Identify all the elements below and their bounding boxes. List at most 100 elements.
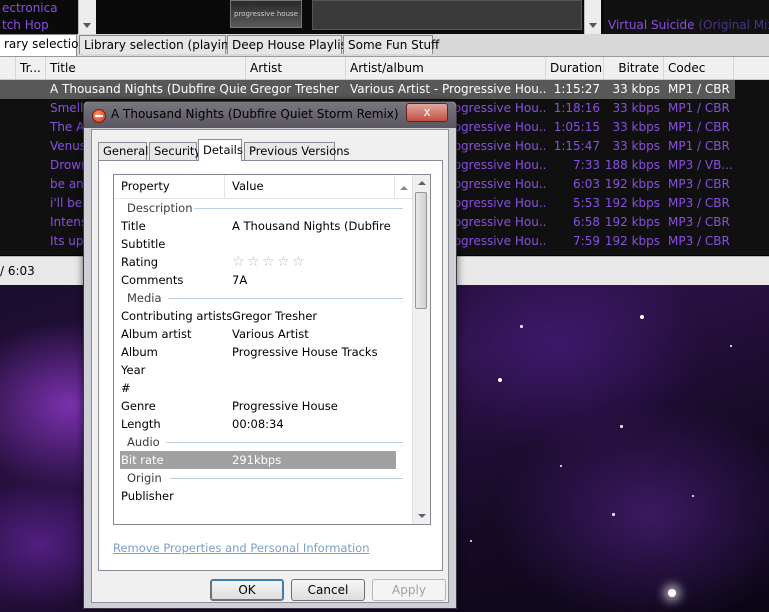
tab-library-selection-playing[interactable]: Library selection (playing)	[79, 35, 241, 54]
genre-item[interactable]: ectronica	[0, 0, 78, 17]
cell-codec: MP3 / CBR	[668, 196, 730, 210]
cell-duration: 6:03	[573, 177, 600, 191]
group-divider	[168, 298, 403, 299]
group-divider	[166, 442, 403, 443]
remove-properties-link[interactable]: Remove Properties and Personal Informati…	[113, 541, 370, 555]
album-art-text: progressive house	[234, 10, 298, 18]
album-art: progressive house	[230, 0, 302, 28]
now-playing-scrollbar[interactable]	[584, 0, 601, 34]
cell-bitrate: 33 kbps	[612, 101, 660, 115]
property-row-contributing-artists[interactable]: Contributing artists Gregor Tresher	[114, 307, 413, 325]
property-value[interactable]: Progressive House	[232, 397, 392, 415]
tab-deep-house-playlist[interactable]: Deep House Playlist	[227, 35, 352, 54]
star-icon[interactable]: ☆	[247, 255, 262, 269]
cancel-button[interactable]: Cancel	[291, 579, 365, 601]
group-header-media: Media	[114, 289, 413, 307]
property-value[interactable]: 7A	[232, 271, 392, 289]
cell-bitrate: 188 kbps	[604, 158, 660, 172]
cell-title: Intens	[50, 215, 86, 229]
property-row-genre[interactable]: Genre Progressive House	[114, 397, 413, 415]
scroll-down-icon[interactable]	[418, 514, 426, 518]
star-icon[interactable]: ☆	[277, 255, 292, 269]
ok-button[interactable]: OK	[210, 579, 284, 601]
dialog-title: A Thousand Nights (Dubfire Quiet Storm R…	[111, 107, 401, 121]
cell-codec: MP3 / VB...	[668, 158, 733, 172]
column-header-title[interactable]: Title	[46, 57, 246, 79]
now-playing-item[interactable]	[604, 0, 769, 17]
apply-button[interactable]: Apply	[372, 579, 446, 601]
tab-previous-versions[interactable]: Previous Versions	[244, 142, 350, 160]
rating-stars[interactable]: ☆ ☆ ☆ ☆ ☆	[232, 255, 322, 269]
star	[668, 589, 676, 597]
column-header-duration[interactable]: Duration	[546, 57, 604, 79]
scroll-up-icon[interactable]	[418, 181, 426, 185]
star-icon[interactable]: ☆	[262, 255, 277, 269]
star-icon[interactable]: ☆	[292, 255, 307, 269]
cell-title: A Thousand Nights (Dubfire Quiet ...	[50, 82, 246, 96]
close-button[interactable]: x	[406, 103, 448, 122]
genre-scrollbar[interactable]	[78, 0, 96, 34]
scroll-down-icon[interactable]	[589, 23, 597, 28]
star	[692, 495, 694, 497]
cell-album: Various Artist - Progressive Hou...	[350, 82, 546, 96]
tab-security[interactable]: Security	[149, 142, 201, 160]
column-header-artist-album[interactable]: Artist/album	[346, 57, 546, 79]
tab-some-fun-stuff[interactable]: Some Fun Stuff	[343, 35, 439, 54]
property-row-bit-rate[interactable]: Bit rate 291kbps	[120, 451, 396, 469]
property-key: Bit rate	[121, 453, 164, 467]
property-row-title[interactable]: Title A Thousand Nights (Dubfire Qu...	[114, 217, 413, 235]
column-header-artist[interactable]: Artist	[246, 57, 346, 79]
header-chevron[interactable]	[395, 175, 413, 198]
star-icon[interactable]: ☆	[232, 255, 247, 269]
property-list-scrollbar[interactable]	[412, 175, 430, 524]
property-value: 291kbps	[232, 453, 282, 467]
cell-codec: MP3 / CBR	[668, 234, 730, 248]
genre-list: ectronica tch Hop	[0, 0, 78, 34]
property-value[interactable]: Various Artist	[232, 325, 392, 343]
property-row-subtitle[interactable]: Subtitle	[114, 235, 413, 253]
property-row-album[interactable]: Album Progressive House Tracks	[114, 343, 413, 361]
table-row[interactable]: A Thousand Nights (Dubfire Quiet ... Gre…	[0, 80, 735, 99]
cell-bitrate: 33 kbps	[612, 82, 660, 96]
genre-item[interactable]: tch Hop	[0, 17, 78, 34]
property-row-rating[interactable]: Rating ☆ ☆ ☆ ☆ ☆	[114, 253, 413, 271]
cell-duration: 7:33	[573, 158, 600, 172]
cell-title: The A	[50, 120, 85, 134]
property-value[interactable]: A Thousand Nights (Dubfire Qu...	[232, 217, 392, 235]
cell-title: i'll be	[50, 196, 83, 210]
column-header-index[interactable]	[0, 57, 16, 79]
property-key: Album	[121, 345, 158, 359]
property-row-comments[interactable]: Comments 7A	[114, 271, 413, 289]
column-header-codec[interactable]: Codec	[664, 57, 734, 79]
property-row-album-artist[interactable]: Album artist Various Artist	[114, 325, 413, 343]
property-row-publisher[interactable]: Publisher	[114, 487, 413, 505]
tab-library-selection[interactable]: rary selection	[0, 34, 86, 56]
property-value[interactable]: Progressive House Tracks	[232, 343, 392, 361]
group-label: Media	[127, 291, 162, 305]
group-label: Description	[127, 201, 193, 215]
property-key: #	[121, 381, 131, 395]
property-key: Length	[121, 417, 161, 431]
property-row-year[interactable]: Year	[114, 361, 413, 379]
tab-general[interactable]: General	[98, 142, 148, 160]
scrollbar-thumb[interactable]	[415, 192, 427, 309]
star	[470, 540, 472, 542]
property-row-length[interactable]: Length 00:08:34	[114, 415, 413, 433]
now-playing-item[interactable]: Virtual Suicide (Original Mix)	[604, 17, 769, 34]
property-key: Rating	[121, 255, 159, 269]
property-value[interactable]: Gregor Tresher	[232, 307, 392, 325]
star	[520, 325, 523, 328]
cell-duration: 1:15:27	[553, 82, 600, 96]
property-row-track-number[interactable]: #	[114, 379, 413, 397]
tab-details[interactable]: Details	[198, 139, 243, 161]
column-header-value[interactable]: Value	[225, 175, 395, 198]
column-header-bitrate[interactable]: Bitrate	[604, 57, 664, 79]
column-header-track[interactable]: Tr...	[16, 57, 46, 79]
cell-bitrate: 192 kbps	[604, 234, 660, 248]
cell-duration: 6:58	[573, 215, 600, 229]
property-value: 00:08:34	[232, 417, 284, 431]
dialog-titlebar[interactable]: A Thousand Nights (Dubfire Quiet Storm R…	[84, 102, 456, 128]
scroll-down-icon[interactable]	[83, 23, 91, 28]
cell-artist: Gregor Tresher	[250, 82, 339, 96]
column-header-property[interactable]: Property	[114, 175, 225, 198]
